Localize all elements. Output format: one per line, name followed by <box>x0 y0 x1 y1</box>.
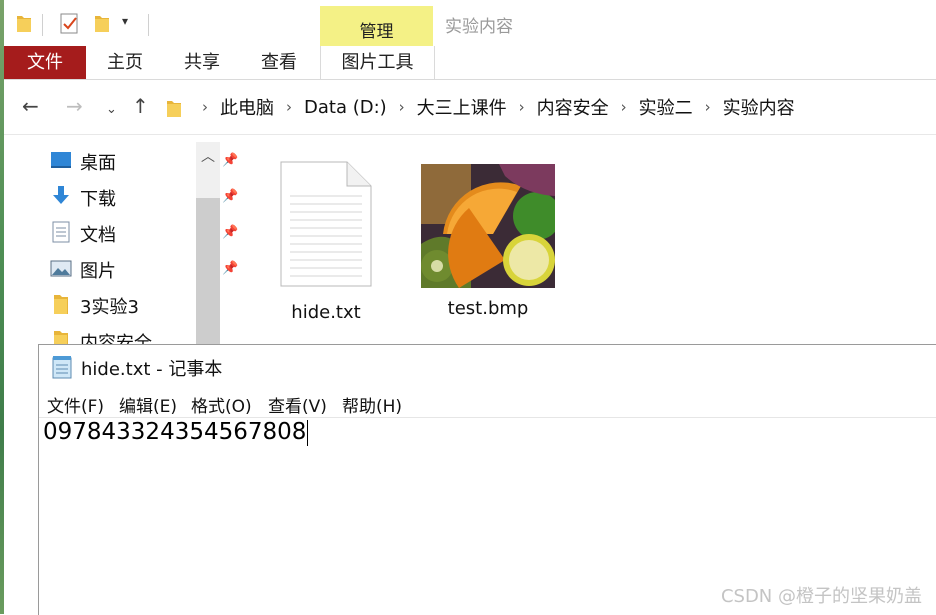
menu-format[interactable]: 格式(O) <box>191 392 252 417</box>
pin-icon[interactable]: 📌 <box>222 189 238 204</box>
sidebar-item-label: 下载 <box>80 189 116 210</box>
ribbon-tabs: 文件 主页 共享 查看 图片工具 <box>4 46 936 80</box>
customize-toolbar-chevron-icon[interactable]: ▾ <box>122 14 128 28</box>
folder-icon <box>50 293 72 315</box>
breadcrumb-lab-content[interactable]: 实验内容 <box>723 94 795 120</box>
toolbar-divider <box>42 14 43 36</box>
chevron-right-icon[interactable]: › <box>621 98 627 116</box>
notepad-icon <box>51 355 73 383</box>
tab-view[interactable]: 查看 <box>261 46 297 79</box>
text-caret <box>307 419 309 446</box>
address-bar-row: ← → ⌄ ↑ › 此电脑 › Data (D:) › 大三上课件 › 内容安全… <box>4 80 936 135</box>
manage-label: 管理 <box>359 22 394 42</box>
sidebar-item-lab3[interactable]: 3实验3 <box>50 289 200 319</box>
navigation-pane: 桌面 📌 下载 📌 文档 📌 图片 📌 3实验3 <box>4 135 238 355</box>
breadcrumb-course-folder[interactable]: 大三上课件 <box>417 94 507 120</box>
desktop-icon <box>50 149 72 171</box>
scroll-up-icon[interactable]: ︿ <box>201 146 215 166</box>
sidebar-item-label: 桌面 <box>80 153 116 174</box>
document-icon <box>50 221 72 243</box>
chevron-right-icon[interactable]: › <box>705 98 711 116</box>
chevron-right-icon[interactable]: › <box>519 98 525 116</box>
sidebar-item-desktop[interactable]: 桌面 📌 <box>50 145 238 175</box>
notepad-title-bar[interactable]: hide.txt - 记事本 <box>39 345 936 387</box>
chevron-right-icon[interactable]: › <box>399 98 405 116</box>
watermark: CSDN @橙子的坚果奶盖 <box>720 586 922 607</box>
up-arrow-icon[interactable]: ↑ <box>132 96 149 116</box>
sidebar-item-label: 3实验3 <box>80 297 139 318</box>
window-title: 实验内容 <box>445 17 513 37</box>
menu-view[interactable]: 查看(V) <box>268 392 327 417</box>
breadcrumb-this-pc[interactable]: 此电脑 <box>220 94 274 120</box>
new-folder-icon[interactable] <box>94 13 110 37</box>
tab-share[interactable]: 共享 <box>184 46 220 79</box>
tab-picture-tools[interactable]: 图片工具 <box>320 46 435 79</box>
pin-icon[interactable]: 📌 <box>222 261 238 276</box>
notepad-window: hide.txt - 记事本 文件(F) 编辑(E) 格式(O) 查看(V) 帮… <box>38 344 936 615</box>
file-item[interactable]: test.bmp <box>418 164 561 319</box>
tab-home[interactable]: 主页 <box>107 46 143 79</box>
menu-edit[interactable]: 编辑(E) <box>119 392 177 417</box>
breadcrumb-data-drive[interactable]: Data (D:) <box>304 97 387 118</box>
chevron-right-icon[interactable]: › <box>286 98 292 116</box>
recent-locations-chevron-icon[interactable]: ⌄ <box>106 100 117 120</box>
file-name: hide.txt <box>291 302 361 323</box>
picture-tools-context-header: 管理 <box>320 6 433 46</box>
pin-icon[interactable]: 📌 <box>222 153 238 168</box>
chevron-right-icon[interactable]: › <box>202 98 208 116</box>
menu-file[interactable]: 文件(F) <box>47 392 104 417</box>
file-item[interactable]: hide.txt <box>274 160 378 323</box>
sidebar-item-documents[interactable]: 文档 📌 <box>50 217 238 247</box>
menu-help[interactable]: 帮助(H) <box>342 392 402 417</box>
folder-icon[interactable] <box>16 13 32 37</box>
tab-file[interactable]: 文件 <box>4 46 86 79</box>
pictures-icon <box>50 257 72 279</box>
breadcrumb-lab-two[interactable]: 实验二 <box>639 94 693 120</box>
sidebar-item-label: 文档 <box>80 225 116 246</box>
folder-icon <box>166 98 182 121</box>
breadcrumb-content-security[interactable]: 内容安全 <box>537 94 609 120</box>
notepad-title: hide.txt - 记事本 <box>81 359 223 380</box>
forward-arrow-icon[interactable]: → <box>66 96 83 116</box>
notepad-content: 097843324354567808 <box>43 419 307 445</box>
breadcrumb: › 此电脑 › Data (D:) › 大三上课件 › 内容安全 › 实验二 ›… <box>190 80 795 134</box>
download-icon <box>50 185 72 207</box>
image-thumbnail-icon <box>421 164 561 292</box>
notepad-menu-bar: 文件(F) 编辑(E) 格式(O) 查看(V) 帮助(H) <box>39 387 936 418</box>
notepad-text-area[interactable]: 097843324354567808 <box>43 419 309 446</box>
back-arrow-icon[interactable]: ← <box>22 96 39 116</box>
pin-icon[interactable]: 📌 <box>222 225 238 240</box>
text-file-icon <box>278 161 374 292</box>
scrollbar-thumb[interactable] <box>196 198 220 354</box>
navpane-scrollbar[interactable]: ︿ <box>196 142 220 354</box>
toolbar-divider <box>148 14 149 36</box>
properties-icon[interactable] <box>60 13 80 39</box>
sidebar-item-downloads[interactable]: 下载 📌 <box>50 181 238 211</box>
file-name: test.bmp <box>447 298 529 319</box>
sidebar-item-label: 图片 <box>80 261 116 282</box>
sidebar-item-pictures[interactable]: 图片 📌 <box>50 253 238 283</box>
